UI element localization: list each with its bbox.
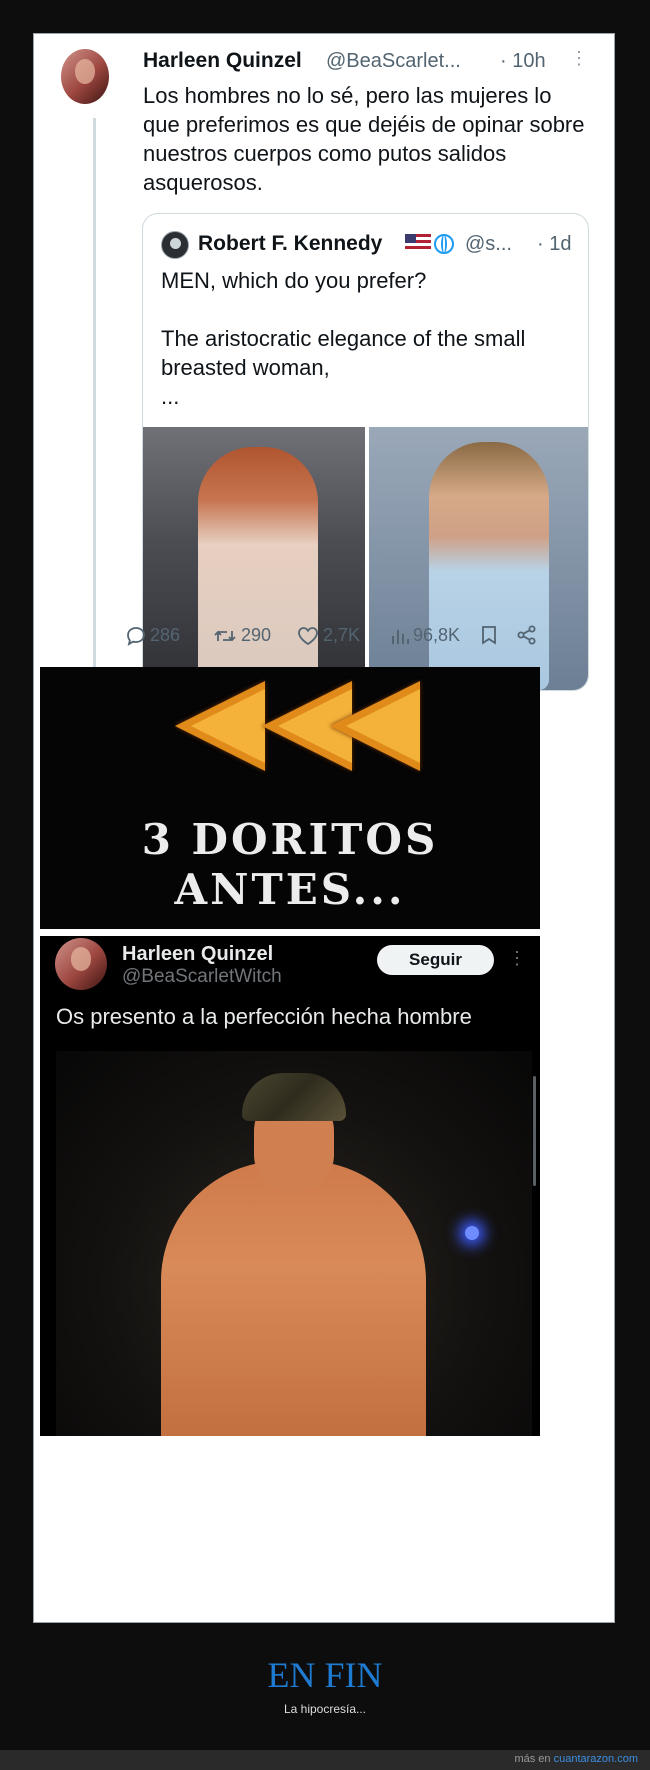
- dark-author-handle[interactable]: @BeaScarletWitch: [122, 966, 282, 988]
- dark-author-avatar[interactable]: [55, 938, 107, 990]
- bottom-bar: más en cuantarazon.com: [0, 1750, 650, 1770]
- more-options-icon[interactable]: ⋮: [508, 948, 526, 969]
- more-options-icon[interactable]: ⋮: [570, 48, 588, 69]
- us-flag-icon: [405, 234, 431, 252]
- views-button[interactable]: 96,8K: [391, 625, 460, 646]
- quoted-author-handle[interactable]: @s...: [465, 233, 512, 256]
- quoted-tweet-time[interactable]: · 1d: [537, 233, 571, 256]
- tweet-photo[interactable]: [56, 1051, 532, 1436]
- tweet-text: Los hombres no lo sé, pero las mujeres l…: [143, 83, 585, 195]
- author-name[interactable]: Harleen Quinzel: [143, 49, 302, 73]
- tweet-actions: 286 290 2,7K 96,8K: [126, 625, 586, 655]
- views-icon: [392, 629, 409, 644]
- site-credit: más en cuantarazon.com: [514, 1753, 638, 1765]
- quoted-author-badges: [405, 234, 454, 254]
- author-handle[interactable]: @BeaScarlet...: [326, 50, 461, 73]
- post-subtitle: La hipocresía...: [283, 1702, 367, 1716]
- dorito-chip-highlight: [191, 689, 265, 763]
- credit-prefix: más en: [514, 1753, 551, 1765]
- follow-button[interactable]: Seguir: [377, 945, 494, 975]
- stage-light: [465, 1226, 479, 1240]
- quoted-tweet[interactable]: Robert F. Kennedy @s... · 1d MEN, which …: [142, 213, 589, 691]
- retweet-button[interactable]: 290: [213, 625, 271, 646]
- dark-tweet-text: Os presento a la perfección hecha hombre: [56, 1004, 472, 1029]
- dark-tweet: Harleen Quinzel @BeaScarletWitch Seguir …: [40, 936, 540, 1436]
- reply-icon: [127, 626, 145, 646]
- globe-icon: [434, 234, 454, 254]
- dark-author-name[interactable]: Harleen Quinzel: [122, 943, 273, 966]
- quoted-author-name[interactable]: Robert F. Kennedy: [198, 232, 382, 256]
- bookmark-button[interactable]: [480, 625, 498, 645]
- bookmark-icon: [482, 626, 496, 645]
- retweet-icon: [214, 630, 236, 641]
- photo-figure-cap: [242, 1073, 346, 1121]
- like-count: 2,7K: [323, 625, 361, 645]
- screenshot-frame: Harleen Quinzel @BeaScarlet... · 10h ⋮ L…: [33, 33, 615, 1623]
- share-button[interactable]: [516, 625, 538, 645]
- share-icon: [517, 625, 536, 645]
- meme-caption: 3 DORITOS ANTES...: [141, 815, 439, 914]
- views-count: 96,8K: [413, 625, 461, 645]
- site-link[interactable]: cuantarazon.com: [554, 1753, 638, 1765]
- like-icon: [298, 626, 318, 645]
- doritos-meme-panel: 3 DORITOS ANTES...: [40, 667, 540, 929]
- tweet-time[interactable]: · 10h: [500, 50, 546, 73]
- quoted-tweet-text: MEN, which do you prefer? The aristocrat…: [161, 268, 526, 409]
- retweet-count: 290: [241, 625, 272, 645]
- quoted-author-avatar[interactable]: [161, 231, 189, 259]
- dorito-chip-highlight: [346, 689, 420, 763]
- author-avatar[interactable]: [61, 49, 109, 104]
- reply-count: 286: [150, 625, 181, 645]
- photo-figure-body: [161, 1161, 426, 1436]
- reply-button[interactable]: 286: [126, 625, 180, 646]
- like-button[interactable]: 2,7K: [297, 625, 360, 646]
- post-headline: EN FIN: [267, 1655, 383, 1695]
- scrollbar[interactable]: [533, 1076, 536, 1186]
